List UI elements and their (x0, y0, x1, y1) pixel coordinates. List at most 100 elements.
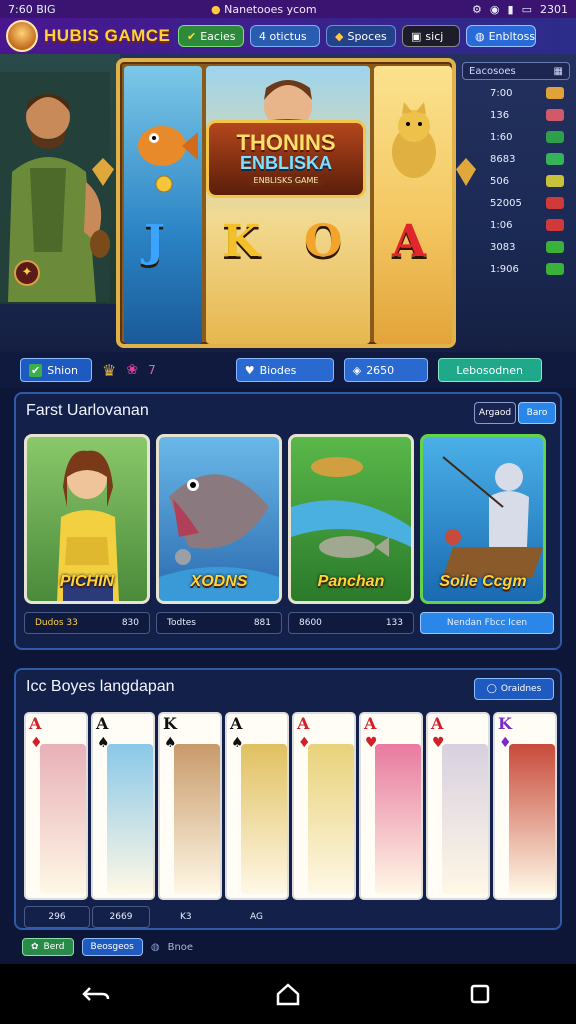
check-box-icon: ✔ (29, 363, 43, 377)
argaod-label: Argaod (478, 408, 512, 418)
payout-chip-icon (546, 219, 564, 231)
shop-label: Shion (47, 363, 78, 377)
app-logo[interactable] (6, 20, 38, 52)
game-stat-soile-button[interactable]: Nendan Fbcc Icen (420, 612, 554, 634)
payout-header-label: Eacosoes (469, 65, 516, 77)
oraidnes-label: Oraidnes (500, 684, 542, 694)
lebosodnen-label: Lebosodnen (456, 363, 523, 377)
playing-card[interactable]: A ♦ (24, 712, 88, 900)
bottom-label: Bnoe (167, 941, 194, 953)
game-card-xodns[interactable]: XODNS (156, 434, 282, 604)
top-tab-enbltoss[interactable]: ◍ Enbltoss (466, 25, 536, 47)
star-badge-icon: ✦ (14, 260, 40, 286)
top-tab-eacies[interactable]: ✔ Eacies (178, 25, 244, 47)
game-card-panchan[interactable]: Panchan (288, 434, 414, 604)
bottom-strip: ✿ Berd Beosgeos ◍ Bnoe (0, 930, 576, 964)
card-rank: K (163, 714, 177, 733)
game-stat-right: 133 (385, 618, 403, 628)
payout-value: 8683 (490, 153, 516, 165)
playing-card[interactable]: A ♦ (292, 712, 356, 900)
wifi-icon: ◉ (489, 2, 500, 16)
filter-row: ✔ Shion ♛ ❀ 7 ♥ Biodes ◈ 2650 Lebosodnen (0, 352, 576, 388)
app-root: 7:60 BIG ● Nanetooes ycom ⚙ ◉ ▮ ▭ 2301 H… (0, 0, 576, 1024)
card-rank: A (230, 714, 243, 733)
top-tab-spoces[interactable]: ◆ Spoces (326, 25, 396, 47)
card-rank: A (96, 714, 109, 733)
payout-value: 1:60 (490, 131, 513, 143)
reel-letter-j: J (144, 216, 165, 267)
fish-symbol (138, 126, 198, 193)
berd-button[interactable]: ✿ Berd (22, 938, 74, 956)
card-artwork (40, 744, 86, 894)
card-artwork (241, 744, 287, 894)
cards-stat-1: 296 (24, 906, 90, 928)
card-artwork (308, 744, 354, 894)
game-card-pichin[interactable]: PICHIN (24, 434, 150, 604)
payout-row: 1:06 (462, 216, 570, 234)
beosgeos-label: Beosgeos (90, 942, 134, 952)
biodes-button[interactable]: ♥ Biodes (235, 358, 334, 382)
payout-row: 3083 (462, 238, 570, 256)
card-artwork (375, 744, 421, 894)
top-tab-label: Enbltoss (488, 29, 536, 43)
card-artwork (442, 744, 488, 894)
coin-icon: ● (210, 2, 221, 16)
game-stat-left: Dudos 33 (35, 618, 78, 628)
top-tab-otictus[interactable]: 4 otictus (250, 25, 320, 47)
reel-1: J (124, 66, 202, 344)
globe-icon: ◍ (475, 29, 485, 43)
reel-2: THONINS ENBLISKA ENBLISKS GAME K O (206, 66, 370, 344)
home-icon (276, 983, 300, 1006)
game-card-caption: XODNS (190, 573, 248, 590)
game-stat-right: 881 (253, 618, 271, 628)
value-label: 2650 (366, 363, 395, 377)
playing-card[interactable]: A ♥ (426, 712, 490, 900)
payout-chip-icon (546, 175, 564, 187)
playing-card[interactable]: K ♦ (493, 712, 557, 900)
shop-button[interactable]: ✔ Shion (20, 358, 92, 382)
cards-stat-2: 2669 (92, 906, 150, 928)
back-arrow-icon (82, 987, 110, 1001)
top-tab-label: sicj (425, 29, 444, 43)
nav-home-button[interactable] (258, 974, 318, 1014)
value-button[interactable]: ◈ 2650 (343, 358, 428, 382)
nav-back-button[interactable] (66, 974, 126, 1014)
payout-row: 1:60 (462, 128, 570, 146)
oraidnes-button[interactable]: ◯ Oraidnes (474, 678, 554, 700)
status-time: 7:60 BIG (8, 2, 56, 16)
card-artwork (509, 744, 555, 894)
reel-letter-a: A (392, 216, 427, 267)
card-rank: K (498, 714, 512, 733)
card-rank: A (364, 714, 377, 733)
top-tab-sicj[interactable]: ▣ sicj (402, 25, 460, 47)
game-card-caption: Panchan (317, 573, 385, 590)
playing-card[interactable]: A ♠ (225, 712, 289, 900)
square-icon: ▣ (411, 29, 422, 43)
payout-rows: 7:00 136 1:60 8683 506 52005 1:06 3083 1:906 (462, 84, 570, 278)
game-title-banner: THONINS ENBLISKA ENBLISKS GAME (206, 120, 366, 198)
cards-stat-4: AG (250, 906, 290, 928)
beosgeos-button[interactable]: Beosgeos (81, 938, 143, 956)
card-artwork (107, 744, 153, 894)
baro-button[interactable]: Baro (518, 402, 556, 424)
reel-3: A (374, 66, 452, 344)
status-url: ● Nanetooes ycom (211, 3, 317, 16)
cards-stat-text: 296 (48, 912, 66, 922)
game-title-line2: ENBLISKA (239, 152, 332, 173)
system-nav-bar (0, 964, 576, 1024)
game-card-soile[interactable]: Soile Ccgm (420, 434, 546, 604)
playing-card[interactable]: A ♥ (359, 712, 423, 900)
game-stat-xodns: Todtes 881 (156, 612, 282, 634)
featured-games-panel: Farst Uarlovanan Argaod Baro PICHIN XODN… (14, 392, 562, 650)
nav-recents-button[interactable] (450, 974, 510, 1014)
playing-card[interactable]: K ♠ (158, 712, 222, 900)
argaod-button[interactable]: Argaod (474, 402, 516, 424)
grid-icon: ▦ (553, 65, 563, 77)
payout-chip-icon (546, 87, 564, 99)
playing-card[interactable]: A ♠ (91, 712, 155, 900)
app-title: HUBIS GAMCE (44, 26, 171, 45)
game-card-caption: Soile Ccgm (439, 573, 527, 590)
lebosodnen-button[interactable]: Lebosodnen (437, 358, 542, 382)
payout-row: 7:00 (462, 84, 570, 102)
payout-value: 52005 (490, 197, 522, 209)
